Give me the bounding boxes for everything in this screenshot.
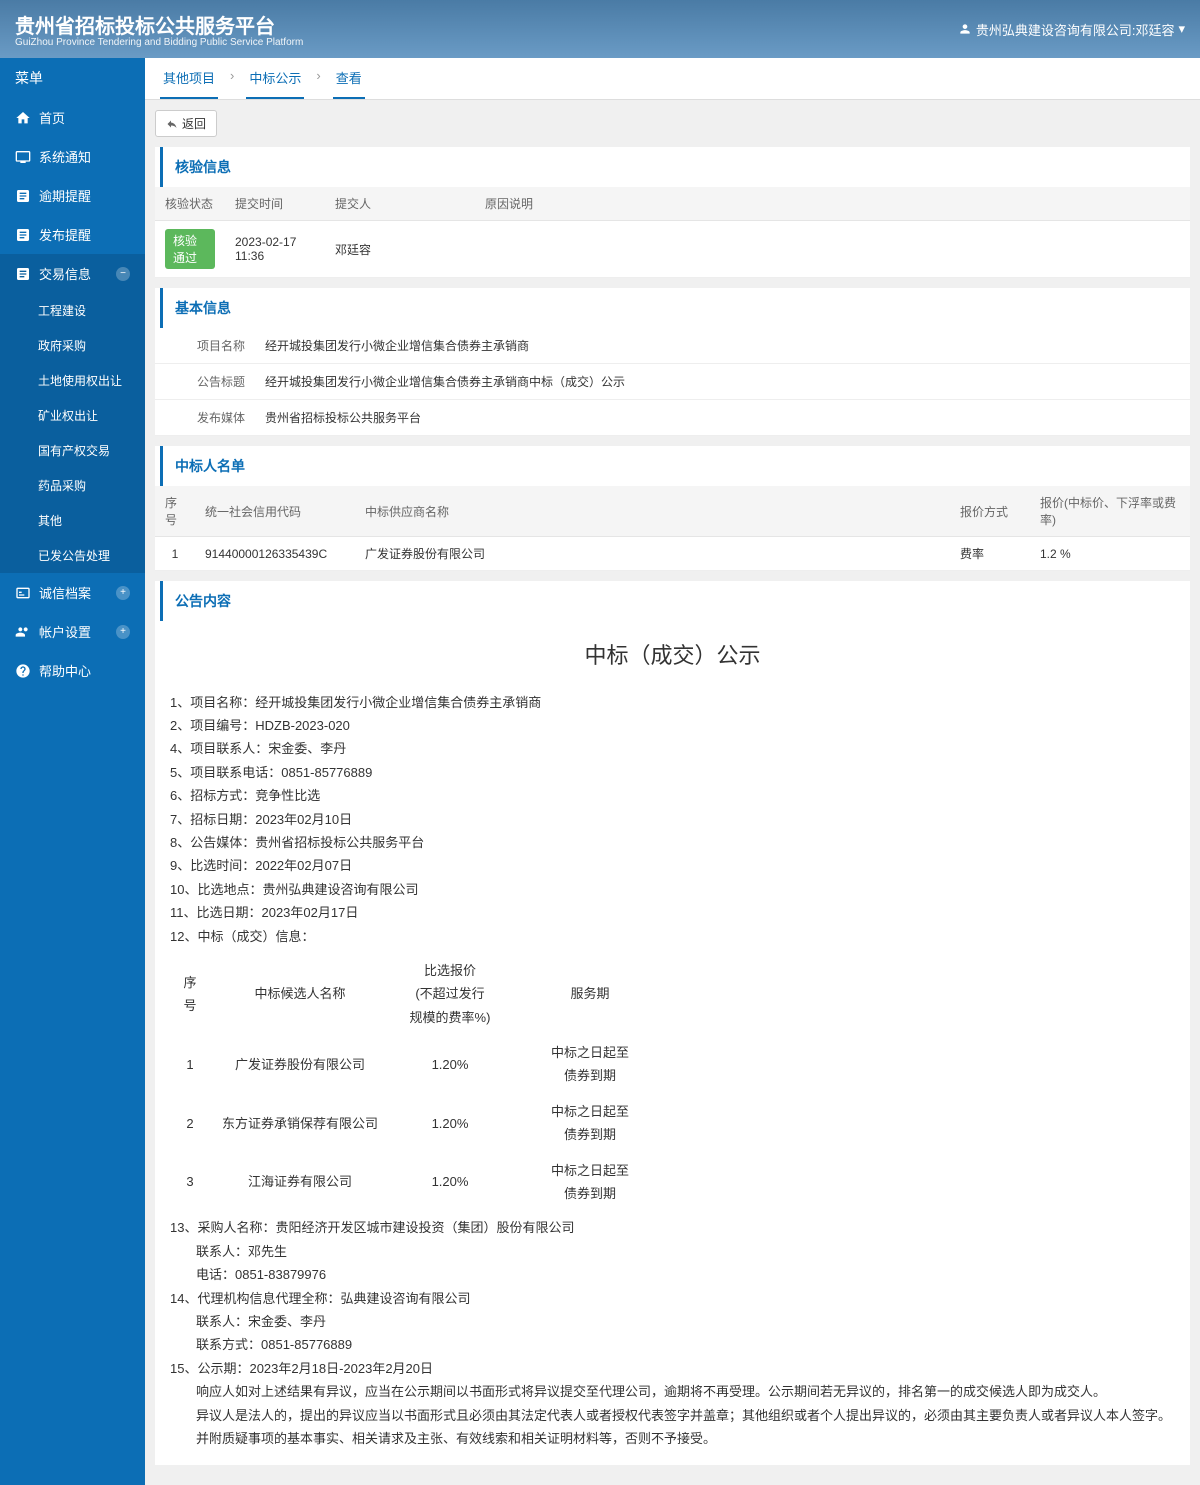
announce-content: 中标（成交）公示 1、项目名称：经开城投集团发行小微企业增信集合债券主承销商2、… bbox=[155, 621, 1190, 1465]
users-icon bbox=[15, 624, 31, 640]
main-content: 其他项目›中标公示›查看 返回 核验信息 核验状态提交时间提交人原因说明 核验通… bbox=[145, 58, 1200, 1485]
table-row: 3江海证券有限公司1.20%中标之日起至 债券到期 bbox=[170, 1153, 670, 1212]
verify-panel: 核验信息 核验状态提交时间提交人原因说明 核验通过 2023-02-17 11:… bbox=[155, 147, 1190, 278]
caret-down-icon: ▾ bbox=[1178, 21, 1185, 37]
app-title: 贵州省招标投标公共服务平台 bbox=[15, 10, 303, 39]
submenu-item-0[interactable]: 工程建设 bbox=[0, 293, 145, 328]
breadcrumb: 其他项目›中标公示›查看 bbox=[145, 58, 1200, 100]
announce-panel: 公告内容 中标（成交）公示 1、项目名称：经开城投集团发行小微企业增信集合债券主… bbox=[155, 581, 1190, 1465]
expand-icon: + bbox=[116, 625, 130, 639]
submenu-item-7[interactable]: 已发公告处理 bbox=[0, 538, 145, 573]
app-subtitle: GuiZhou Province Tendering and Bidding P… bbox=[15, 37, 303, 48]
table-row: 191440000126335439C广发证券股份有限公司费率1.2 % bbox=[155, 537, 1190, 571]
card-icon bbox=[15, 585, 31, 601]
info-row: 公告标题经开城投集团发行小微企业增信集合债券主承销商中标（成交）公示 bbox=[155, 364, 1190, 400]
reply-icon bbox=[166, 118, 178, 130]
breadcrumb-item[interactable]: 中标公示 bbox=[246, 58, 304, 99]
basic-panel: 基本信息 项目名称经开城投集团发行小微企业增信集合债券主承销商公告标题经开城投集… bbox=[155, 288, 1190, 436]
table-row: 1广发证券股份有限公司1.20%中标之日起至 债券到期 bbox=[170, 1035, 670, 1094]
sidebar: 菜单 首页系统通知逾期提醒发布提醒交易信息−工程建设政府采购土地使用权出让矿业权… bbox=[0, 58, 145, 1485]
sidebar-item-1[interactable]: 系统通知 bbox=[0, 137, 145, 176]
sidebar-item-0[interactable]: 首页 bbox=[0, 98, 145, 137]
sidebar-item-2[interactable]: 逾期提醒 bbox=[0, 176, 145, 215]
submenu-item-6[interactable]: 其他 bbox=[0, 503, 145, 538]
sidebar-item-6[interactable]: 帐户设置+ bbox=[0, 612, 145, 651]
back-button[interactable]: 返回 bbox=[155, 110, 217, 137]
panel-title-verify: 核验信息 bbox=[160, 147, 1190, 187]
status-badge: 核验通过 bbox=[165, 229, 215, 269]
panel-title-winners: 中标人名单 bbox=[160, 446, 1190, 486]
sidebar-item-3[interactable]: 发布提醒 bbox=[0, 215, 145, 254]
submenu-item-5[interactable]: 药品采购 bbox=[0, 468, 145, 503]
announce-heading: 中标（成交）公示 bbox=[170, 636, 1175, 676]
sidebar-item-7[interactable]: 帮助中心 bbox=[0, 651, 145, 690]
submenu-item-4[interactable]: 国有产权交易 bbox=[0, 433, 145, 468]
submenu-item-2[interactable]: 土地使用权出让 bbox=[0, 363, 145, 398]
panel-title-basic: 基本信息 bbox=[160, 288, 1190, 328]
doc-icon bbox=[15, 227, 31, 243]
app-header: 贵州省招标投标公共服务平台 GuiZhou Province Tendering… bbox=[0, 0, 1200, 58]
info-row: 项目名称经开城投集团发行小微企业增信集合债券主承销商 bbox=[155, 328, 1190, 364]
doc-icon bbox=[15, 188, 31, 204]
winners-panel: 中标人名单 序号统一社会信用代码中标供应商名称报价方式报价(中标价、下浮率或费率… bbox=[155, 446, 1190, 571]
sidebar-item-4[interactable]: 交易信息− bbox=[0, 254, 145, 293]
breadcrumb-item[interactable]: 其他项目 bbox=[160, 58, 218, 99]
sidebar-item-5[interactable]: 诚信档案+ bbox=[0, 573, 145, 612]
help-icon bbox=[15, 663, 31, 679]
submenu-item-3[interactable]: 矿业权出让 bbox=[0, 398, 145, 433]
doc-icon bbox=[15, 266, 31, 282]
home-icon bbox=[15, 110, 31, 126]
table-row: 2东方证券承销保荐有限公司1.20%中标之日起至 债券到期 bbox=[170, 1094, 670, 1153]
user-icon bbox=[958, 22, 972, 36]
winners-table: 序号统一社会信用代码中标供应商名称报价方式报价(中标价、下浮率或费率) 1914… bbox=[155, 486, 1190, 571]
submenu-item-1[interactable]: 政府采购 bbox=[0, 328, 145, 363]
sidebar-title: 菜单 bbox=[0, 58, 145, 98]
verify-table: 核验状态提交时间提交人原因说明 核验通过 2023-02-17 11:36 邓廷… bbox=[155, 187, 1190, 278]
info-row: 发布媒体贵州省招标投标公共服务平台 bbox=[155, 400, 1190, 436]
monitor-icon bbox=[15, 149, 31, 165]
panel-title-announce: 公告内容 bbox=[160, 581, 1190, 621]
result-table: 序号中标候选人名称比选报价 (不超过发行 规模的费率%)服务期 1广发证券股份有… bbox=[170, 953, 670, 1212]
expand-icon: + bbox=[116, 586, 130, 600]
breadcrumb-item[interactable]: 查看 bbox=[333, 58, 365, 99]
expand-icon: − bbox=[116, 267, 130, 281]
user-menu[interactable]: 贵州弘典建设咨询有限公司:邓廷容 ▾ bbox=[958, 20, 1185, 39]
